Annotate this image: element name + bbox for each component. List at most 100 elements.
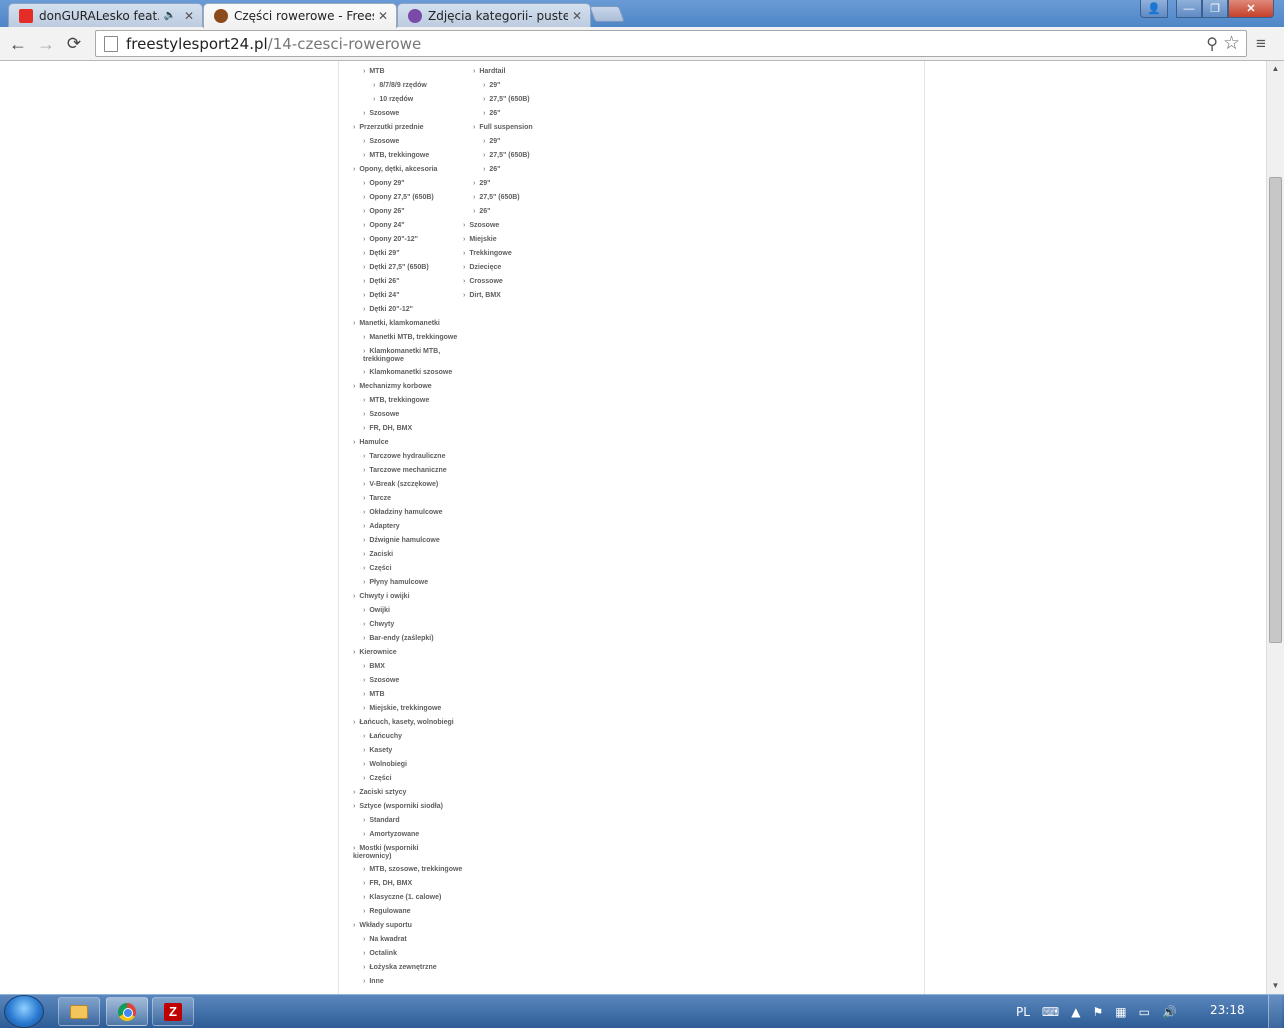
category-link[interactable]: › Adaptery [363, 523, 400, 531]
keyboard-icon[interactable]: ⌨ [1042, 1005, 1059, 1019]
category-link[interactable]: › Klamkomanetki szosowe [363, 369, 452, 377]
category-link[interactable]: › Szosowe [363, 110, 399, 118]
zoom-icon[interactable]: ⚲ [1206, 34, 1218, 54]
category-link[interactable]: › Na kwadrat [363, 936, 407, 944]
vertical-scrollbar[interactable]: ▲ ▼ [1266, 61, 1284, 994]
category-link[interactable]: › Chwyty i owijki [353, 593, 410, 601]
category-link[interactable]: › MTB, trekkingowe [363, 397, 429, 405]
category-link[interactable]: › 27,5" (650B) [483, 152, 530, 160]
show-desktop-button[interactable] [1268, 995, 1282, 1028]
category-link[interactable]: › Opony 29" [363, 180, 405, 188]
category-link[interactable]: › Octalink [363, 950, 397, 958]
category-link[interactable]: › Standard [363, 817, 400, 825]
category-link[interactable]: › Hardtail [473, 68, 505, 76]
category-link[interactable]: › Amortyzowane [363, 831, 419, 839]
tab-czesci-rowerowe[interactable]: Części rowerowe - Freesty ✕ [203, 3, 397, 28]
category-link[interactable]: › 26" [473, 208, 490, 216]
language-indicator[interactable]: PL [1016, 1005, 1030, 1019]
speaker-icon[interactable]: 🔈 [163, 10, 175, 21]
category-link[interactable]: › Opony 26" [363, 208, 405, 216]
flag-icon[interactable]: ⚑ [1092, 1005, 1103, 1019]
category-link[interactable]: › Dętki 20"-12" [363, 306, 413, 314]
speaker-icon[interactable]: 🔊 [1162, 1005, 1177, 1019]
tab-close-icon[interactable]: ✕ [184, 9, 194, 23]
category-link[interactable]: › Dźwignie hamulcowe [363, 537, 440, 545]
clock[interactable]: 23:18 [1210, 1003, 1245, 1017]
category-link[interactable]: › Łańcuch, kasety, wolnobiegi [353, 719, 454, 727]
taskbar-filezilla[interactable]: Z [152, 997, 194, 1026]
category-link[interactable]: › MTB, trekkingowe [363, 152, 429, 160]
category-link[interactable]: › Łożyska zewnętrzne [363, 964, 437, 972]
category-link[interactable]: › Wolnobiegi [363, 761, 407, 769]
start-button[interactable] [4, 995, 44, 1028]
category-link[interactable]: › 29" [483, 82, 500, 90]
new-tab-button[interactable] [589, 6, 625, 22]
category-link[interactable]: › Dętki 26" [363, 278, 400, 286]
category-link[interactable]: › Owijki [363, 607, 390, 615]
category-link[interactable]: › Zaciski sztycy [353, 789, 406, 797]
category-link[interactable]: › BMX [363, 663, 385, 671]
category-link[interactable]: › Dętki 27,5" (650B) [363, 264, 429, 272]
bookmark-star-icon[interactable]: ☆ [1223, 32, 1240, 55]
taskbar-chrome[interactable] [106, 997, 148, 1026]
category-link[interactable]: › MTB [363, 68, 385, 76]
category-link[interactable]: › Dziecięce [463, 264, 501, 272]
taskbar-explorer[interactable] [58, 997, 100, 1026]
category-link[interactable]: › Kasety [363, 747, 392, 755]
category-link[interactable]: › 27,5" (650B) [483, 96, 530, 104]
show-hidden-icon[interactable]: ▲ [1071, 1005, 1080, 1019]
reload-button[interactable]: ⟳ [62, 32, 86, 56]
category-link[interactable]: › Manetki MTB, trekkingowe [363, 334, 457, 342]
category-link[interactable]: › 27,5" (650B) [473, 194, 520, 202]
category-link[interactable]: › Łańcuchy [363, 733, 402, 741]
category-link[interactable]: › MTB, szosowe, trekkingowe [363, 866, 462, 874]
tab-close-icon[interactable]: ✕ [378, 9, 388, 23]
category-link[interactable]: › 29" [483, 138, 500, 146]
category-link[interactable]: › Miejskie, trekkingowe [363, 705, 441, 713]
back-button[interactable]: ← [6, 32, 30, 56]
category-link[interactable]: › 8/7/8/9 rzędów [373, 82, 427, 90]
category-link[interactable]: › Inne [363, 978, 384, 986]
category-link[interactable]: › Opony 24" [363, 222, 405, 230]
forward-button[interactable]: → [34, 32, 58, 56]
category-link[interactable]: › Szosowe [463, 222, 499, 230]
user-icon[interactable]: 👤 [1140, 0, 1168, 18]
maximize-button[interactable]: ❐ [1202, 0, 1228, 18]
category-link[interactable]: › 26" [483, 110, 500, 118]
scroll-up-arrow-icon[interactable]: ▲ [1267, 61, 1284, 77]
category-link[interactable]: › Crossowe [463, 278, 503, 286]
category-link[interactable]: › Mostki (wsporniki kierownicy) [353, 845, 453, 861]
category-link[interactable]: › 10 rzędów [373, 96, 413, 104]
tab-zdjecia-kategorii[interactable]: Zdjęcia kategorii- puste m ✕ [397, 3, 591, 27]
category-link[interactable]: › Szosowe [363, 411, 399, 419]
category-link[interactable]: › FR, DH, BMX [363, 880, 412, 888]
category-link[interactable]: › Full suspension [473, 124, 533, 132]
category-link[interactable]: › Opony 27,5" (650B) [363, 194, 434, 202]
category-link[interactable]: › Szosowe [363, 677, 399, 685]
category-link[interactable]: › Dętki 29" [363, 250, 400, 258]
category-link[interactable]: › Hamulce [353, 439, 389, 447]
category-link[interactable]: › Klamkomanetki MTB, trekkingowe [363, 348, 463, 364]
category-link[interactable]: › Płyny hamulcowe [363, 579, 428, 587]
category-link[interactable]: › Trekkingowe [463, 250, 512, 258]
category-link[interactable]: › Mechanizmy korbowe [353, 383, 432, 391]
category-link[interactable]: › Zaciski [363, 551, 393, 559]
category-link[interactable]: › FR, DH, BMX [363, 425, 412, 433]
category-link[interactable]: › Chwyty [363, 621, 394, 629]
category-link[interactable]: › Dirt, BMX [463, 292, 501, 300]
scroll-down-arrow-icon[interactable]: ▼ [1267, 978, 1284, 994]
category-link[interactable]: › Szosowe [363, 138, 399, 146]
category-link[interactable]: › Przerzutki przednie [353, 124, 424, 132]
category-link[interactable]: › 29" [473, 180, 490, 188]
category-link[interactable]: › Miejskie [463, 236, 497, 244]
category-link[interactable]: › Wkłady suportu [353, 922, 412, 930]
category-link[interactable]: › Dętki 24" [363, 292, 400, 300]
category-link[interactable]: › Regulowane [363, 908, 411, 916]
category-link[interactable]: › Sztyce (wsporniki siodła) [353, 803, 443, 811]
tab-close-icon[interactable]: ✕ [572, 9, 582, 23]
category-link[interactable]: › Okładziny hamulcowe [363, 509, 442, 517]
category-link[interactable]: › MTB [363, 691, 385, 699]
category-link[interactable]: › V-Break (szczękowe) [363, 481, 438, 489]
category-link[interactable]: › Części [363, 565, 392, 573]
category-link[interactable]: › Części [363, 775, 392, 783]
